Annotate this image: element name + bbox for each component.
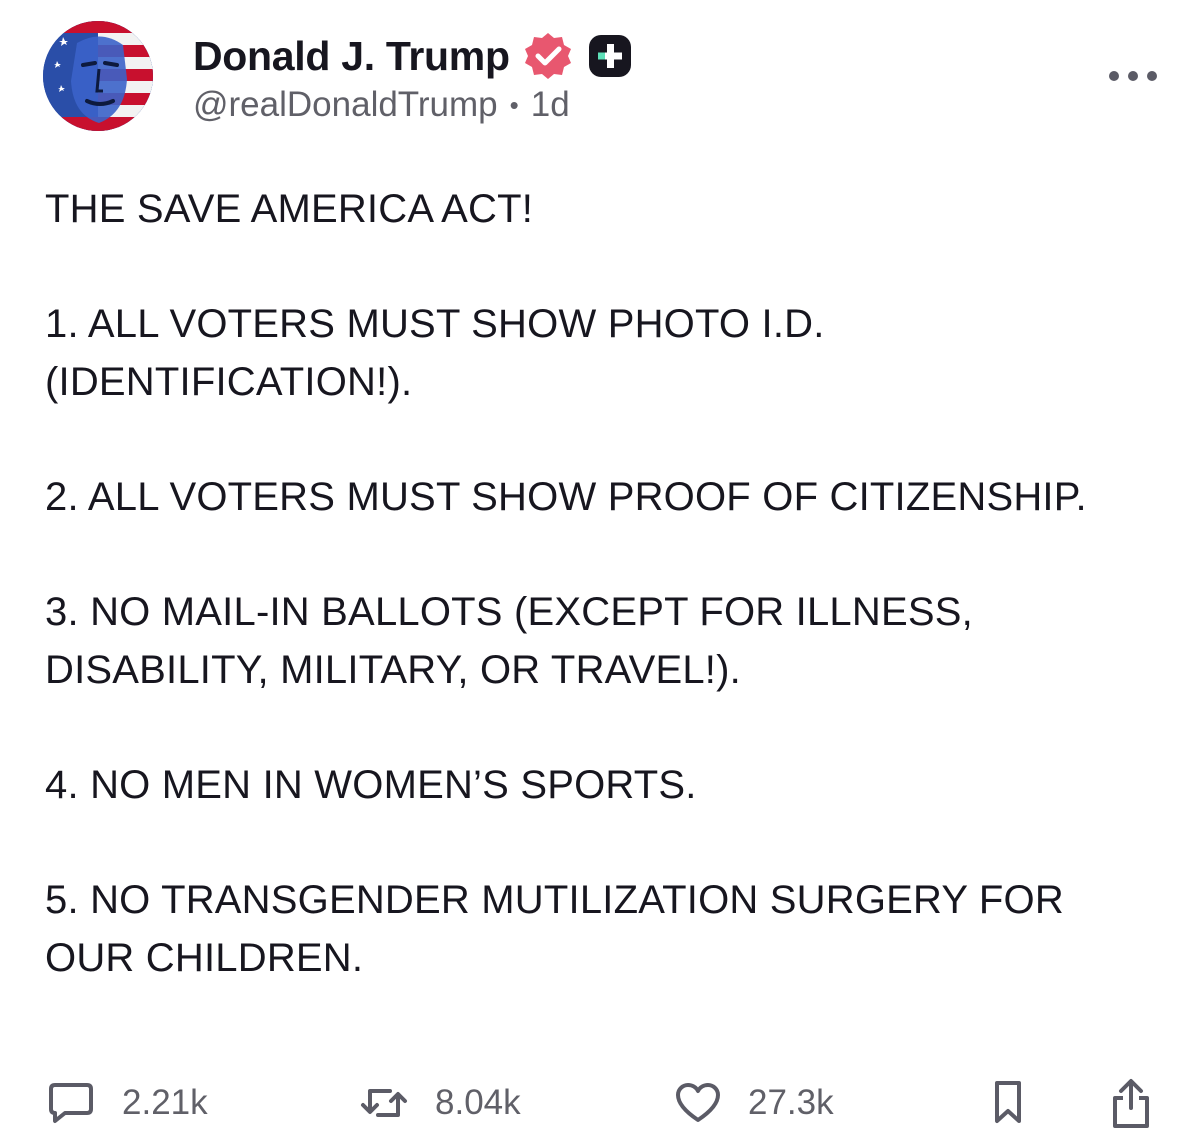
repost-count: 8.04k bbox=[435, 1083, 521, 1122]
heart-icon bbox=[676, 1083, 720, 1122]
verified-badge-icon bbox=[522, 30, 574, 82]
repost-icon bbox=[361, 1089, 407, 1117]
repost-button[interactable]: 8.04k bbox=[360, 1070, 521, 1136]
author-name-row: Donald J. Trump bbox=[193, 30, 634, 82]
like-button[interactable]: 27.3k bbox=[675, 1070, 834, 1136]
post-text: THE SAVE AMERICA ACT! 1. ALL VOTERS MUST… bbox=[45, 180, 1165, 1044]
post-paragraph-item-2: 2. ALL VOTERS MUST SHOW PROOF OF CITIZEN… bbox=[45, 475, 1087, 519]
more-options-button[interactable] bbox=[1104, 56, 1164, 96]
more-horizontal-icon bbox=[1109, 71, 1157, 81]
like-count: 27.3k bbox=[748, 1083, 834, 1122]
post-header: Donald J. Trump @realDonaldTrump • 1d bbox=[0, 0, 1200, 150]
post-paragraph-item-5: 5. NO TRANSGENDER MUTILIZATION SURGERY F… bbox=[45, 878, 1076, 980]
plus-badge-icon bbox=[586, 32, 634, 80]
post-action-bar: 2.21k 8.04k 27.3k bbox=[0, 1070, 1200, 1138]
author-meta-row: @realDonaldTrump • 1d bbox=[193, 85, 570, 125]
post-paragraph-title: THE SAVE AMERICA ACT! bbox=[45, 187, 534, 231]
share-button[interactable] bbox=[1108, 1070, 1154, 1136]
bookmark-icon bbox=[995, 1081, 1021, 1123]
post-paragraph-item-4: 4. NO MEN IN WOMEN’S SPORTS. bbox=[45, 763, 697, 807]
author-display-name[interactable]: Donald J. Trump bbox=[193, 33, 510, 80]
reply-button[interactable]: 2.21k bbox=[47, 1070, 208, 1136]
profile-avatar[interactable] bbox=[43, 21, 153, 131]
share-icon bbox=[1113, 1079, 1149, 1128]
meta-separator: • bbox=[509, 89, 519, 120]
bookmark-button[interactable] bbox=[988, 1070, 1028, 1136]
author-handle[interactable]: @realDonaldTrump bbox=[193, 85, 498, 125]
post-paragraph-item-1: 1. ALL VOTERS MUST SHOW PHOTO I.D. (IDEN… bbox=[45, 302, 836, 404]
reply-icon bbox=[49, 1083, 93, 1123]
reply-count: 2.21k bbox=[122, 1083, 208, 1122]
post-paragraph-item-3: 3. NO MAIL-IN BALLOTS (EXCEPT FOR ILLNES… bbox=[45, 590, 985, 692]
post-timestamp[interactable]: 1d bbox=[531, 85, 570, 125]
